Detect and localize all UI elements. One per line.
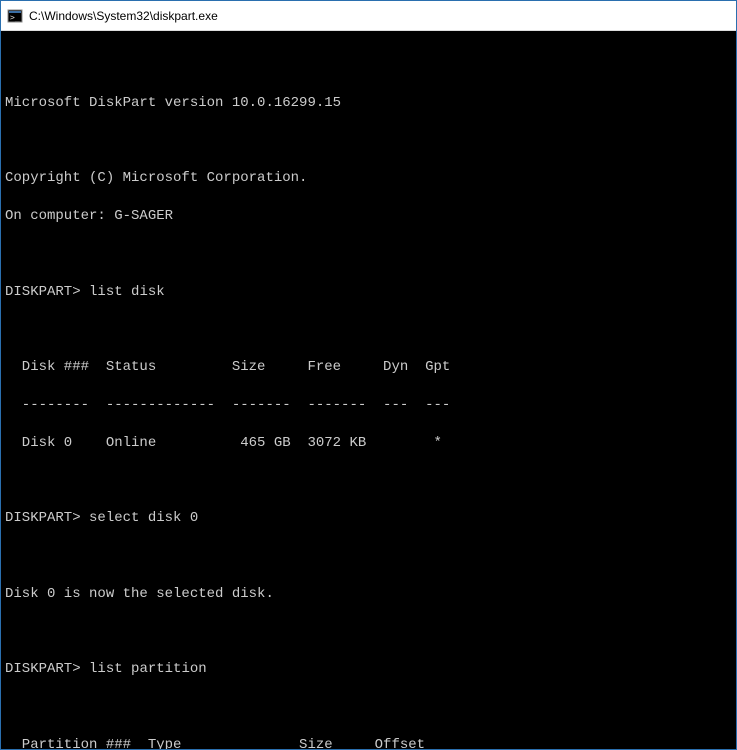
partition-table-header: Partition ### Type Size Offset: [5, 736, 732, 749]
prompt-line: DISKPART> list partition: [5, 660, 732, 679]
command: list partition: [89, 661, 207, 677]
window-titlebar[interactable]: >_ C:\Windows\System32\diskpart.exe: [1, 1, 736, 31]
computer-line: On computer: G-SAGER: [5, 207, 732, 226]
disk-table-header: Disk ### Status Size Free Dyn Gpt: [5, 358, 732, 377]
status-message: Disk 0 is now the selected disk.: [5, 585, 732, 604]
window-title: C:\Windows\System32\diskpart.exe: [29, 9, 218, 23]
disk-table-divider: -------- ------------- ------- ------- -…: [5, 396, 732, 415]
copyright-line: Copyright (C) Microsoft Corporation.: [5, 169, 732, 188]
command: select disk 0: [89, 510, 198, 526]
prompt-line: DISKPART> list disk: [5, 283, 732, 302]
command: list disk: [89, 284, 165, 300]
prompt: DISKPART>: [5, 510, 81, 526]
table-row: Disk 0 Online 465 GB 3072 KB *: [5, 434, 732, 453]
prompt: DISKPART>: [5, 661, 81, 677]
svg-text:>_: >_: [10, 13, 20, 22]
app-icon: >_: [7, 8, 23, 24]
prompt: DISKPART>: [5, 284, 81, 300]
prompt-line: DISKPART> select disk 0: [5, 509, 732, 528]
version-line: Microsoft DiskPart version 10.0.16299.15: [5, 94, 732, 113]
terminal-output[interactable]: Microsoft DiskPart version 10.0.16299.15…: [1, 31, 736, 749]
